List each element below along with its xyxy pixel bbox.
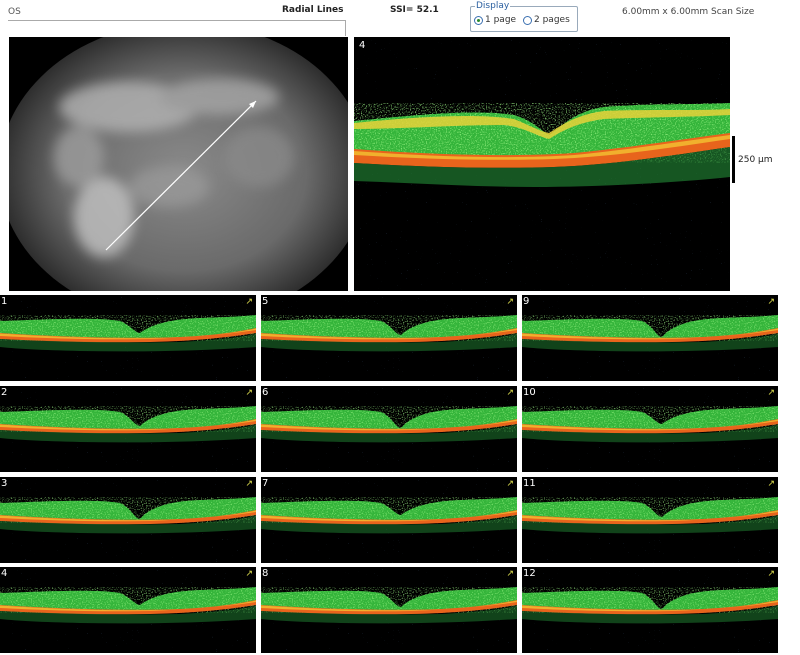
- main-scan-number: 4: [359, 40, 366, 51]
- bscan-thumbnail[interactable]: 12 ↗: [522, 567, 778, 653]
- scale-bar-label: 250 µm: [738, 155, 773, 165]
- display-groupbox: Display 1 page 2 pages: [470, 1, 578, 32]
- bscan-thumbnail[interactable]: 9 ↗: [522, 295, 778, 381]
- thumbnail-number: 1: [1, 296, 8, 307]
- scan-direction-arrow-icon: ↗: [245, 569, 253, 579]
- thumbnail-number: 12: [523, 568, 536, 579]
- radio-selected-icon[interactable]: [474, 15, 483, 25]
- bscan-thumbnail[interactable]: 5 ↗: [261, 295, 517, 381]
- header-divider-vertical: [345, 20, 346, 36]
- ssi-value: SSI= 52.1: [390, 5, 439, 15]
- thumbnail-number: 5: [262, 296, 269, 307]
- scan-direction-arrow-icon: ↗: [245, 479, 253, 489]
- scale-bar: [732, 136, 735, 183]
- scan-type-label: Radial Lines: [282, 5, 344, 15]
- scan-direction-arrow-icon: ↗: [506, 569, 514, 579]
- thumbnail-number: 11: [523, 478, 536, 489]
- display-option-label: 1 page: [485, 15, 517, 25]
- main-bscan[interactable]: 4: [354, 37, 730, 291]
- scan-direction-arrow-icon: ↗: [767, 569, 775, 579]
- bscan-thumbnail[interactable]: 10 ↗: [522, 386, 778, 472]
- bscan-thumbnail[interactable]: 7 ↗: [261, 477, 517, 563]
- scan-direction-arrow-icon: ↗: [506, 388, 514, 398]
- eye-label: OS: [8, 7, 21, 17]
- display-legend: Display: [475, 1, 511, 11]
- bscan-thumbnail[interactable]: 3 ↗: [0, 477, 256, 563]
- report-header: OS Radial Lines SSI= 52.1 Display 1 page…: [0, 0, 800, 36]
- scan-direction-arrow-icon: ↗: [506, 479, 514, 489]
- thumbnail-number: 2: [1, 387, 8, 398]
- scan-direction-arrow-icon: ↗: [245, 297, 253, 307]
- bscan-thumbnail[interactable]: 4 ↗: [0, 567, 256, 653]
- bscan-thumbnail[interactable]: 2 ↗: [0, 386, 256, 472]
- bscan-thumbnail[interactable]: 6 ↗: [261, 386, 517, 472]
- scan-direction-arrow-icon: ↗: [767, 388, 775, 398]
- thumbnail-number: 8: [262, 568, 269, 579]
- bscan-thumbnail[interactable]: 1 ↗: [0, 295, 256, 381]
- header-divider: [8, 20, 346, 21]
- display-option-label: 2 pages: [534, 15, 570, 25]
- thumbnail-number: 4: [1, 568, 8, 579]
- thumbnail-number: 3: [1, 478, 8, 489]
- scan-size-label: 6.00mm x 6.00mm Scan Size: [622, 7, 755, 17]
- bscan-thumbnail[interactable]: 11 ↗: [522, 477, 778, 563]
- scan-direction-arrow-icon: ↗: [767, 297, 775, 307]
- display-2-pages-radio[interactable]: 2 pages: [523, 15, 570, 25]
- thumbnail-number: 7: [262, 478, 269, 489]
- scan-direction-arrow-icon: ↗: [506, 297, 514, 307]
- display-1-page-radio[interactable]: 1 page: [474, 15, 516, 25]
- fundus-image[interactable]: [9, 37, 348, 291]
- scan-direction-arrow-icon: ↗: [767, 479, 775, 489]
- radio-unselected-icon[interactable]: [523, 15, 532, 25]
- thumbnail-number: 6: [262, 387, 269, 398]
- thumbnail-number: 9: [523, 296, 530, 307]
- bscan-thumbnail[interactable]: 8 ↗: [261, 567, 517, 653]
- thumbnail-number: 10: [523, 387, 536, 398]
- scan-direction-arrow-icon: ↗: [245, 388, 253, 398]
